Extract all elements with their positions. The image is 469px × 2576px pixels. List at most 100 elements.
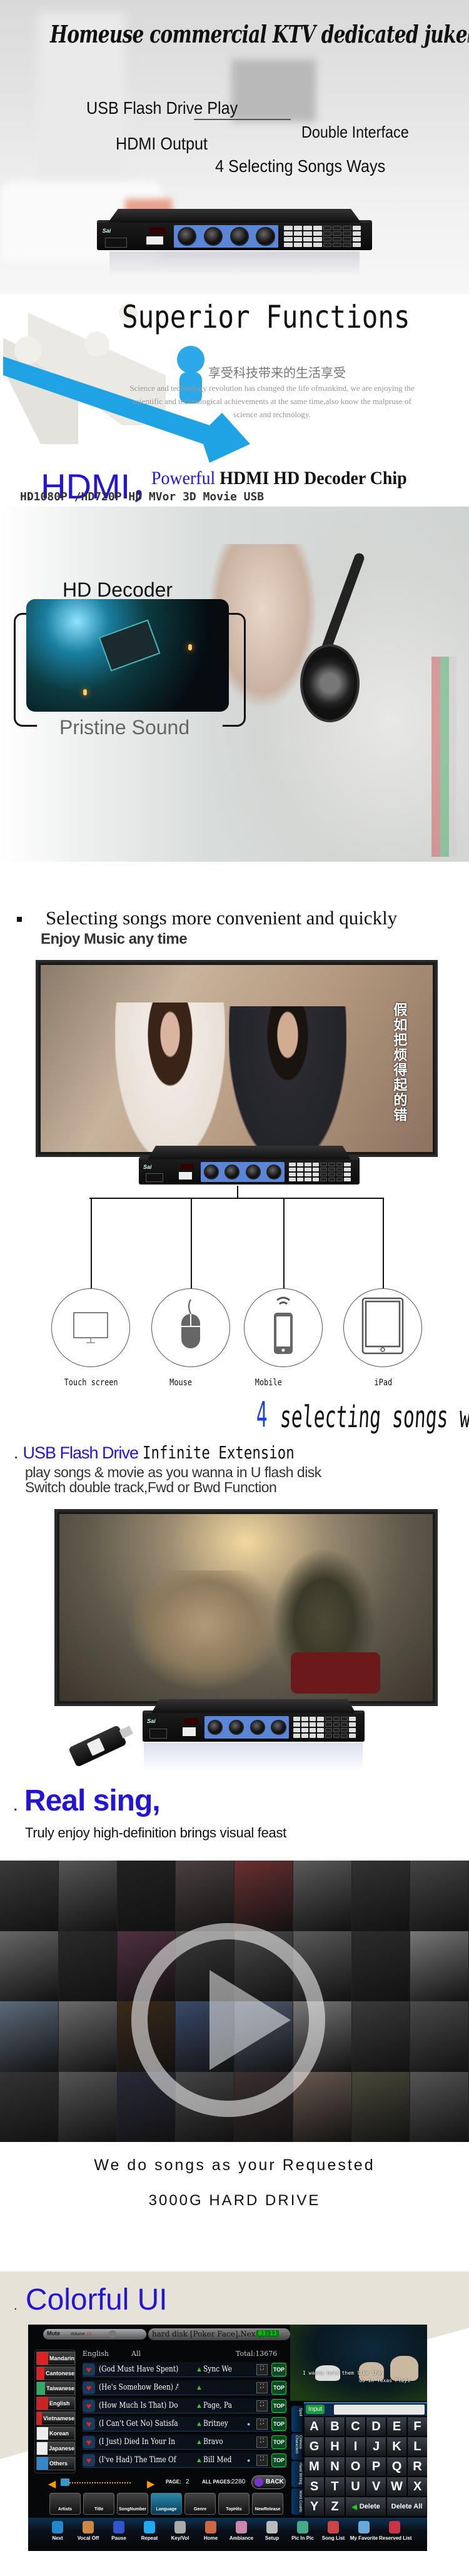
category-newrelease[interactable]: NewRelease [252,2493,283,2515]
language-vietnamese[interactable]: Vietnamese [36,2412,75,2425]
key-a[interactable]: A [304,2417,325,2437]
album-cover[interactable] [234,1861,293,1931]
delete-button[interactable]: ◀ Delete [345,2497,386,2517]
key-m[interactable]: M [304,2457,325,2477]
key-l[interactable]: L [407,2437,427,2457]
tab-hand-writing[interactable]: Hand Writing [291,2461,302,2487]
page-slider-handle[interactable] [61,2478,69,2486]
top-button[interactable]: TOP [271,2398,286,2413]
album-cover[interactable] [58,2001,118,2072]
key-q[interactable]: Q [386,2457,407,2477]
album-cover[interactable] [293,1861,352,1931]
key-h[interactable]: H [325,2437,345,2457]
category-artists[interactable]: Artists [49,2493,81,2515]
key-d[interactable]: D [366,2417,386,2437]
key-y[interactable]: Y [304,2497,325,2517]
toolbar-repeat[interactable]: Repeat [134,2521,165,2541]
album-cover[interactable] [410,1931,469,2001]
toolbar-pic-in-pic[interactable]: Pic In Pic [287,2521,318,2541]
favorite-heart-icon[interactable]: ♥ [83,2417,95,2430]
volume-slider-handle[interactable] [109,2330,116,2338]
album-cover[interactable] [351,2001,411,2072]
language-english[interactable]: English [36,2397,75,2410]
key-k[interactable]: K [386,2437,407,2457]
toolbar-my-favorite[interactable]: My Favorite [348,2521,380,2541]
key-j[interactable]: J [366,2437,386,2457]
album-cover[interactable] [0,1931,59,2001]
fullscreen-icon[interactable]: ⛶ [256,2418,268,2430]
top-button[interactable]: TOP [271,2362,286,2376]
song-row[interactable]: ♥ (I Can't Get No) Satisfac ▲ Britney ● … [83,2417,286,2432]
top-button[interactable]: TOP [271,2417,286,2431]
key-n[interactable]: N [325,2457,345,2477]
language-mandarin[interactable]: Mandarin [36,2351,75,2365]
favorite-heart-icon[interactable]: ♥ [83,2435,95,2448]
language-korean[interactable]: Korean [36,2427,75,2440]
language-japanese[interactable]: Japanese [36,2442,75,2455]
language-others[interactable]: Others [36,2457,75,2470]
toolbar-next[interactable]: Next [42,2521,73,2541]
fullscreen-icon[interactable]: ⛶ [256,2382,268,2393]
delete-all-button[interactable]: Delete All [386,2497,427,2517]
toolbar-reserved-list[interactable]: Reserved List [379,2521,411,2541]
song-row[interactable]: ♥ (How Much Is That) Dog ▲ Page, Pa ⛶ TO… [83,2398,286,2413]
key-r[interactable]: R [407,2457,427,2477]
toolbar-ambiance[interactable]: Ambiance [226,2521,257,2541]
next-page-arrow-icon[interactable]: ▶ [147,2478,154,2490]
song-row[interactable]: ♥ (I Just) Died In Your In ▲ Bravo ⛶ TOP [83,2435,286,2450]
key-v[interactable]: V [366,2477,386,2497]
toolbar-key-vol[interactable]: Key/Vol [164,2521,196,2541]
song-row[interactable]: ♥ (He's Somehow Been) A ▲ ⛶ TOP [83,2380,286,2395]
volume-bar[interactable]: Mute Volume 19 [43,2329,146,2340]
toolbar-setup[interactable]: Setup [256,2521,288,2541]
song-row[interactable]: ♥ (God Must Have Spent) ▲ Sync We ⛶ TOP [83,2362,286,2377]
fullscreen-icon[interactable]: ⛶ [256,2400,268,2412]
key-s[interactable]: S [304,2477,325,2497]
album-cover[interactable] [351,2071,411,2142]
album-cover[interactable] [0,2001,59,2072]
key-o[interactable]: O [345,2457,366,2477]
key-g[interactable]: G [304,2437,325,2457]
song-row[interactable]: ♥ (I've Had) The Time Of ▲ Bill Med ● ⛶ … [83,2453,286,2468]
key-c[interactable]: C [345,2417,366,2437]
toolbar-vocal-off[interactable]: Vocal Off [73,2521,104,2541]
album-cover[interactable] [410,1861,469,1931]
favorite-heart-icon[interactable]: ♥ [83,2381,95,2394]
key-z[interactable]: Z [325,2497,345,2517]
category-language[interactable]: Language [151,2493,182,2515]
fullscreen-icon[interactable]: ⛶ [256,2454,268,2466]
tab-word-counts[interactable]: Word Counts [291,2488,302,2515]
album-cover[interactable] [58,2071,118,2142]
mute-button[interactable]: Mute [47,2330,60,2336]
album-cover[interactable] [0,1861,59,1931]
toolbar-pause[interactable]: Pause [103,2521,134,2541]
top-button[interactable]: TOP [271,2453,286,2467]
album-cover[interactable] [0,2071,59,2142]
toolbar-song-list[interactable]: Song List [318,2521,349,2541]
page-slider[interactable] [62,2482,131,2483]
favorite-heart-icon[interactable]: ♥ [83,2363,95,2376]
fullscreen-icon[interactable]: ⛶ [256,2363,268,2375]
category-tophits[interactable]: TopHits [218,2493,250,2515]
top-button[interactable]: TOP [271,2380,286,2395]
fullscreen-icon[interactable]: ⛶ [256,2436,268,2448]
language-taiwanese[interactable]: Taiwanese [36,2382,75,2395]
tab-spell[interactable]: Spell [291,2406,302,2432]
category-title[interactable]: Title [83,2493,114,2515]
favorite-heart-icon[interactable]: ♥ [83,2453,95,2467]
key-e[interactable]: E [386,2417,407,2437]
key-p[interactable]: P [366,2457,386,2477]
album-cover[interactable] [58,1931,118,2001]
key-i[interactable]: I [345,2437,366,2457]
key-t[interactable]: T [325,2477,345,2497]
album-cover[interactable] [410,2071,469,2142]
album-cover[interactable] [351,1931,411,2001]
toolbar-home[interactable]: Home [195,2521,226,2541]
back-button[interactable]: BACK [251,2475,286,2489]
top-button[interactable]: TOP [271,2435,286,2449]
key-f[interactable]: F [407,2417,427,2437]
prev-page-arrow-icon[interactable]: ◀ [48,2478,56,2490]
album-cover[interactable] [58,1861,118,1931]
album-cover[interactable] [117,1861,176,1931]
album-cover[interactable] [410,2001,469,2072]
